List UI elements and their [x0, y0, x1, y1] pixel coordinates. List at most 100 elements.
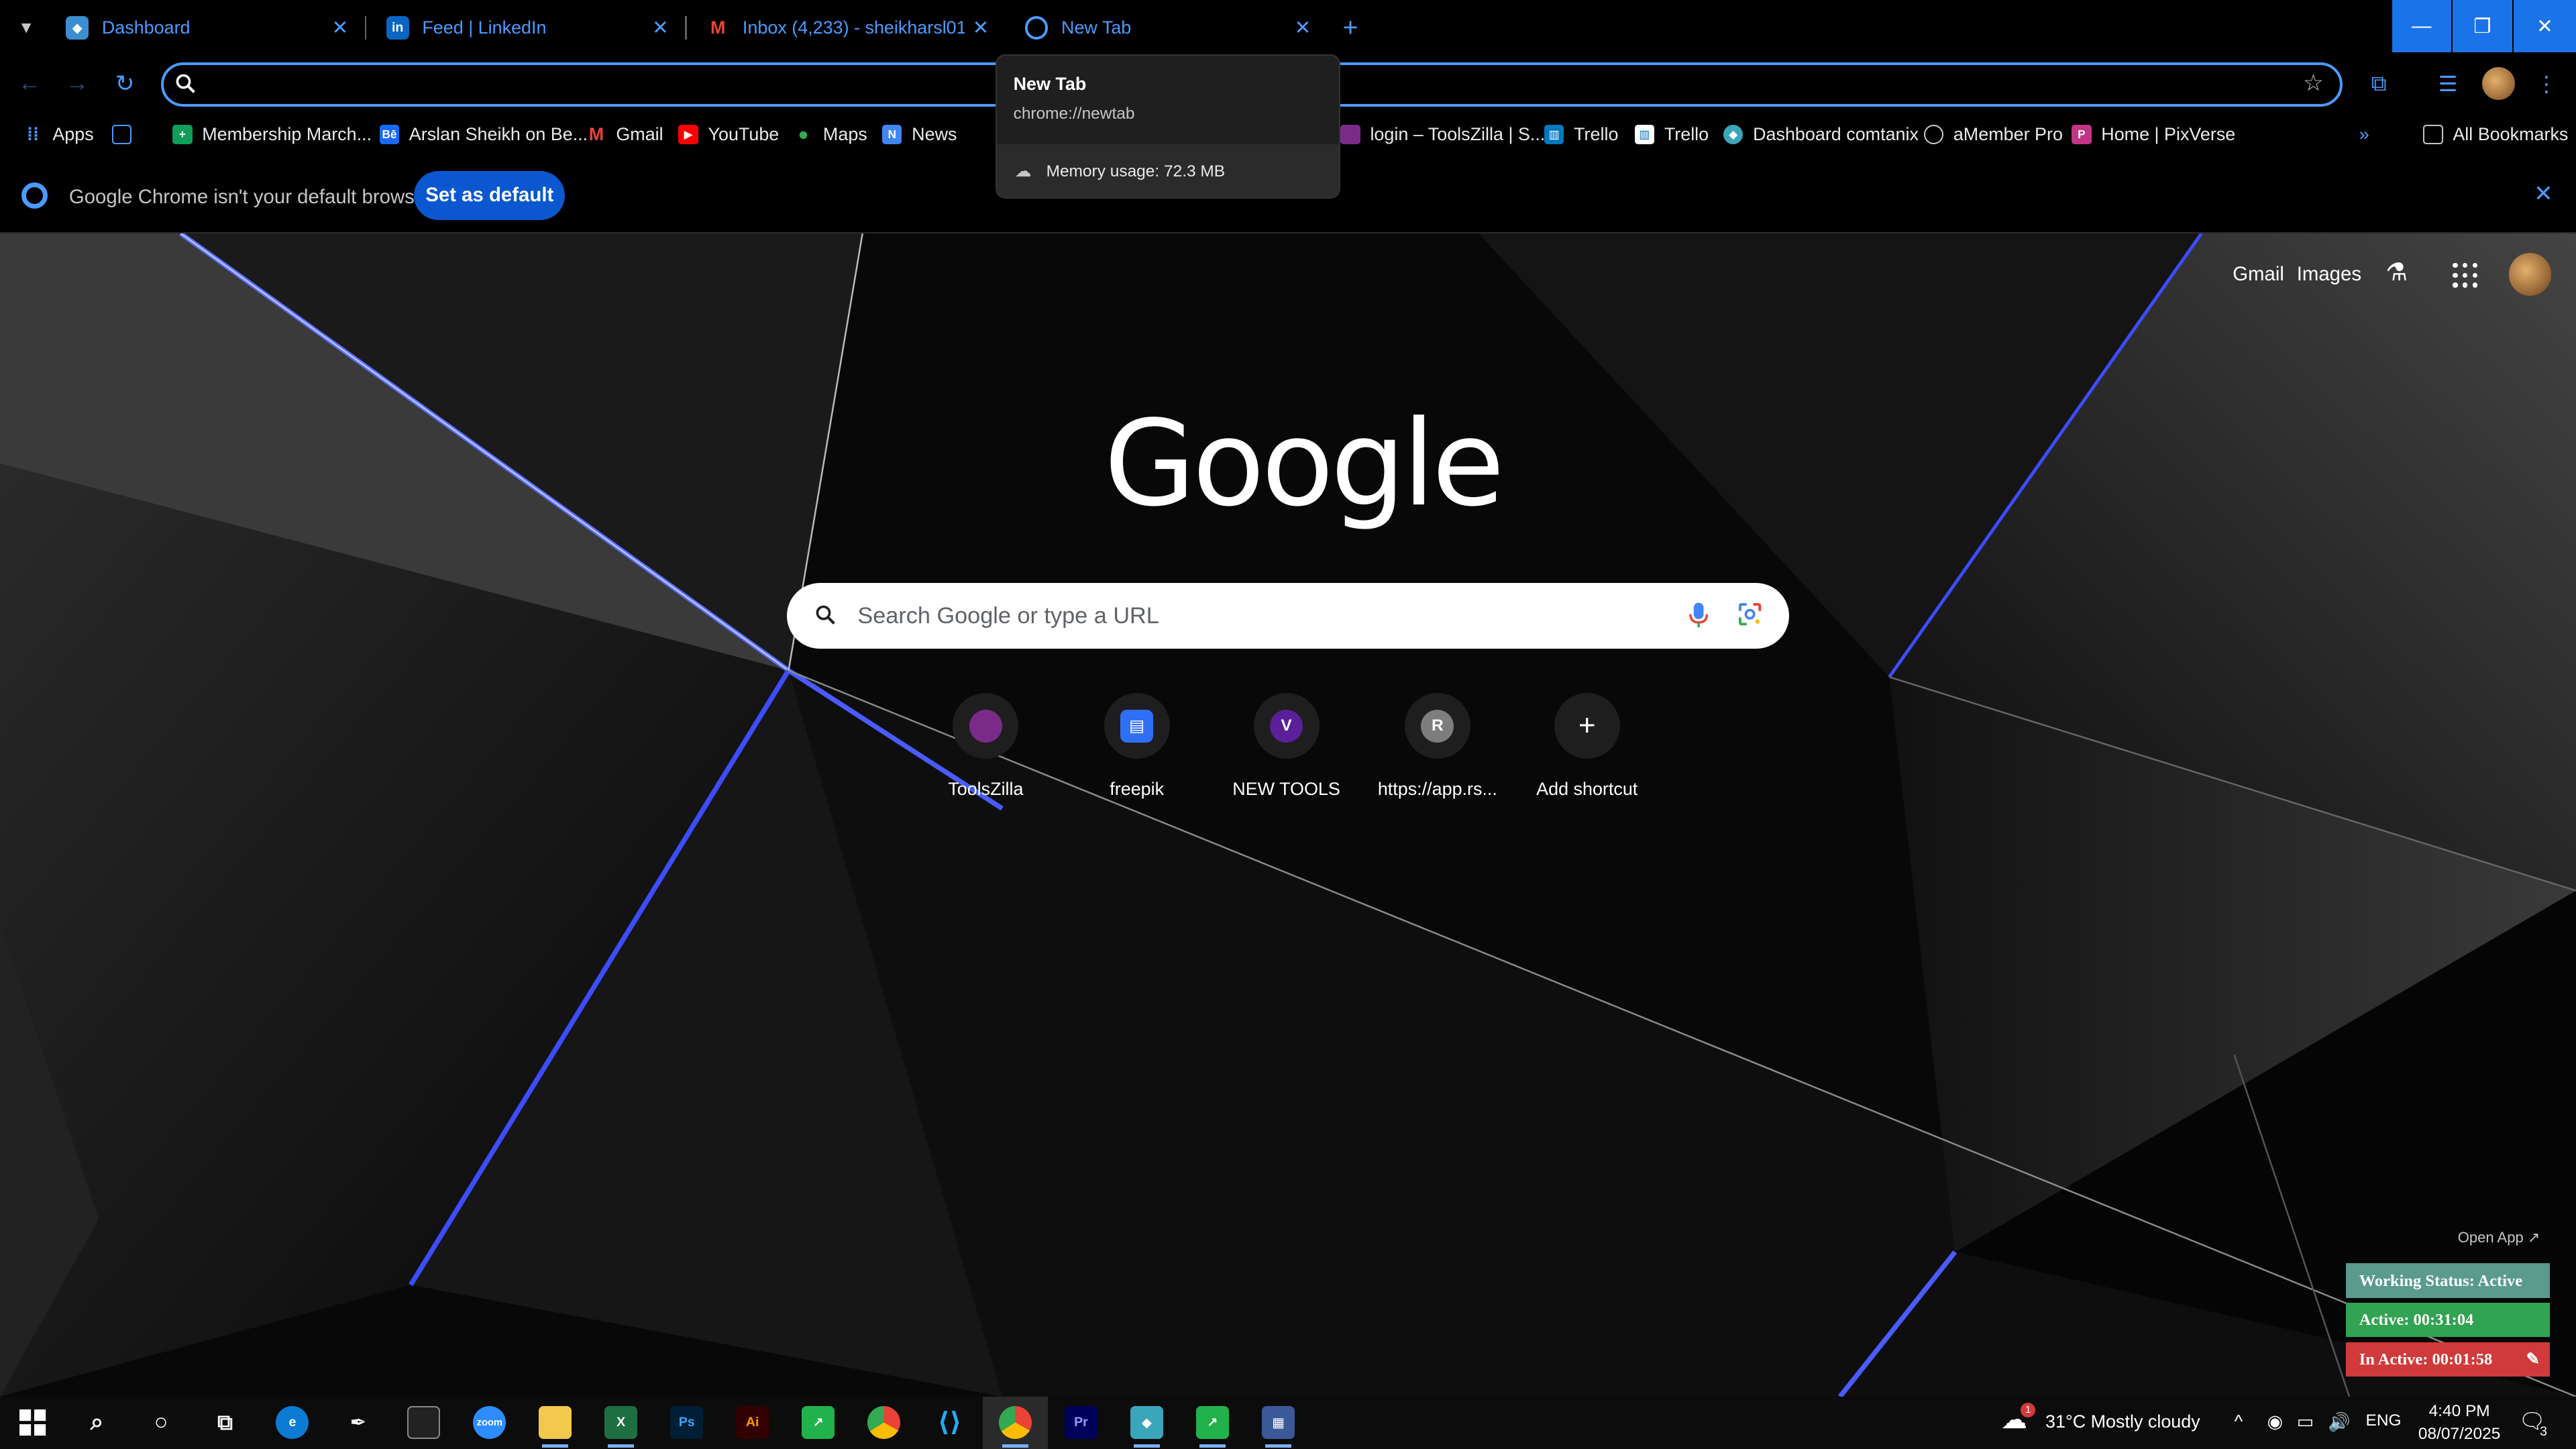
running-indicator: [1002, 1444, 1029, 1448]
task-view-icon[interactable]: ⧉: [209, 1406, 241, 1439]
vscode-icon[interactable]: ⟨⟩: [933, 1406, 966, 1439]
forward-button[interactable]: →: [61, 67, 94, 100]
volume-icon[interactable]: 🔊: [2328, 1411, 2351, 1433]
running-indicator: [1265, 1444, 1291, 1448]
comtanix-icon[interactable]: ◆: [1130, 1406, 1163, 1440]
tab-gmail[interactable]: M Inbox (4,233) - sheikharsl01@g ✕: [690, 3, 1002, 52]
bookmark-trello-1[interactable]: ▥ Trello: [1544, 121, 1618, 148]
bookmark-membership[interactable]: + Membership March...: [172, 121, 372, 148]
close-infobar-icon[interactable]: ✕: [2534, 180, 2553, 207]
bookmark-maps[interactable]: ● Maps: [794, 121, 867, 148]
close-tab-icon[interactable]: ✕: [332, 16, 349, 40]
chrome-favicon: [1025, 16, 1049, 40]
weather-text[interactable]: 31°C Mostly cloudy: [2045, 1411, 2200, 1432]
close-tab-icon[interactable]: ✕: [652, 16, 669, 40]
bookmark-label: Membership March...: [202, 124, 372, 145]
account-avatar[interactable]: [2508, 253, 2552, 296]
all-bookmarks[interactable]: All Bookmarks: [2423, 121, 2568, 148]
amember-icon: [1923, 125, 1944, 145]
tab-label: Inbox (4,233) - sheikharsl01@g: [742, 17, 965, 38]
edit-pencil-icon[interactable]: ✎: [2526, 1349, 2540, 1369]
google-apps-icon[interactable]: [2451, 261, 2478, 288]
search-icon: [176, 74, 196, 94]
restore-button[interactable]: ❐: [2453, 0, 2512, 53]
google-search-box[interactable]: Search Google or type a URL: [787, 583, 1789, 649]
premiere-icon[interactable]: Pr: [1064, 1406, 1097, 1440]
bookmark-gmail[interactable]: M Gmail: [586, 121, 663, 148]
google-lens-icon[interactable]: [1737, 601, 1763, 627]
inactive-time: In Active: 00:01:58 ✎: [2346, 1342, 2550, 1377]
notification-count: 3: [2540, 1424, 2548, 1440]
shortcut-new-tools[interactable]: V NEW TOOLS: [1212, 693, 1360, 808]
shortcut-freepik[interactable]: ▤ freepik: [1063, 693, 1211, 808]
voice-search-mic-icon[interactable]: [1687, 601, 1710, 631]
tab-search-icon[interactable]: ☰: [2432, 67, 2465, 100]
labs-flask-icon[interactable]: ⚗: [2385, 258, 2408, 286]
bookmark-star-icon[interactable]: ☆: [2303, 70, 2324, 97]
folder-icon: [2423, 125, 2443, 145]
shortcut-app-rs[interactable]: R https://app.rs...: [1364, 693, 1511, 808]
tray-chevron-icon[interactable]: ^: [2235, 1411, 2243, 1432]
shortcut-toolszilla[interactable]: ToolsZilla: [912, 693, 1059, 808]
bookmark-label: YouTube: [708, 124, 780, 145]
excel-icon[interactable]: X: [604, 1406, 638, 1440]
back-button[interactable]: ←: [13, 67, 46, 100]
open-app-link[interactable]: Open App ↗: [2458, 1229, 2553, 1252]
network-icon[interactable]: ▭: [2297, 1411, 2314, 1432]
chrome-active-icon[interactable]: [998, 1406, 1032, 1440]
menu-kebab-icon[interactable]: ⋮: [2530, 67, 2563, 100]
bookmark-tab-groups[interactable]: [111, 121, 142, 148]
pen-tool-icon[interactable]: ✒: [341, 1406, 374, 1439]
bookmark-toolszilla[interactable]: login – ToolsZilla | S...: [1340, 121, 1545, 148]
bookmark-comtanix[interactable]: ◆ Dashboard comtanix: [1723, 121, 1919, 148]
windows-start-icon[interactable]: [16, 1406, 49, 1439]
gmail-link[interactable]: Gmail: [2233, 263, 2284, 286]
hover-card-title: New Tab: [1013, 73, 1087, 94]
meet-icon[interactable]: ◉: [2267, 1411, 2284, 1432]
toolszilla-icon: [1340, 125, 1360, 145]
bookmark-youtube[interactable]: ▶ YouTube: [678, 121, 779, 148]
calculator-icon[interactable]: ▦: [1261, 1406, 1295, 1440]
bookmark-label: Home | PixVerse: [2101, 124, 2236, 145]
bookmark-trello-2[interactable]: ▥ Trello: [1634, 121, 1709, 148]
tab-dashboard[interactable]: ◆ Dashboard ✕: [49, 3, 361, 52]
chrome-icon[interactable]: [867, 1406, 901, 1440]
terminal-icon[interactable]: [407, 1406, 441, 1440]
green-app-icon-2[interactable]: ↗: [1195, 1406, 1229, 1440]
bookmarks-overflow-icon[interactable]: »: [2359, 121, 2369, 148]
running-indicator: [1199, 1444, 1226, 1448]
tab-new-tab[interactable]: New Tab ✕: [1008, 3, 1324, 53]
edge-icon[interactable]: e: [276, 1406, 309, 1440]
reload-button[interactable]: ↻: [109, 67, 142, 100]
file-explorer-icon[interactable]: [539, 1406, 572, 1440]
new-tab-button[interactable]: +: [1331, 8, 1371, 48]
illustrator-icon[interactable]: Ai: [736, 1406, 769, 1440]
bookmark-behance[interactable]: Bē Arslan Sheikh on Be...: [379, 121, 588, 148]
bookmark-pixverse[interactable]: P Home | PixVerse: [2072, 121, 2235, 148]
tab-separator: [364, 16, 367, 40]
shortcut-label: https://app.rs...: [1377, 778, 1497, 799]
tab-search-chevron-icon[interactable]: ▼: [7, 10, 46, 46]
bookmark-news[interactable]: N News: [882, 121, 957, 148]
shortcut-add[interactable]: + Add shortcut: [1513, 693, 1661, 808]
set-as-default-button[interactable]: Set as default: [414, 170, 566, 221]
shortcut-icon: R: [1404, 693, 1470, 759]
extensions-icon[interactable]: ⧉: [2363, 67, 2396, 100]
green-app-icon[interactable]: ↗: [802, 1406, 835, 1440]
search-icon[interactable]: ⌕: [80, 1406, 113, 1439]
minimize-button[interactable]: —: [2392, 0, 2451, 53]
profile-avatar[interactable]: [2482, 67, 2516, 101]
bookmark-amember[interactable]: aMember Pro: [1923, 121, 2063, 148]
system-clock[interactable]: 4:40 PM 08/07/2025: [2415, 1400, 2504, 1446]
shortcut-icon: [953, 693, 1019, 759]
close-tab-icon[interactable]: ✕: [1295, 16, 1311, 40]
photoshop-icon[interactable]: Ps: [670, 1406, 704, 1440]
cortana-icon[interactable]: ○: [145, 1406, 178, 1439]
zoom-icon[interactable]: zoom: [473, 1406, 506, 1440]
close-tab-icon[interactable]: ✕: [973, 16, 989, 40]
images-link[interactable]: Images: [2297, 263, 2361, 286]
tab-linkedin[interactable]: in Feed | LinkedIn ✕: [370, 3, 682, 52]
bookmark-apps[interactable]: ⁞⁞ Apps: [23, 121, 94, 148]
language-indicator[interactable]: ENG: [2366, 1411, 2402, 1430]
close-window-button[interactable]: ✕: [2513, 0, 2576, 53]
